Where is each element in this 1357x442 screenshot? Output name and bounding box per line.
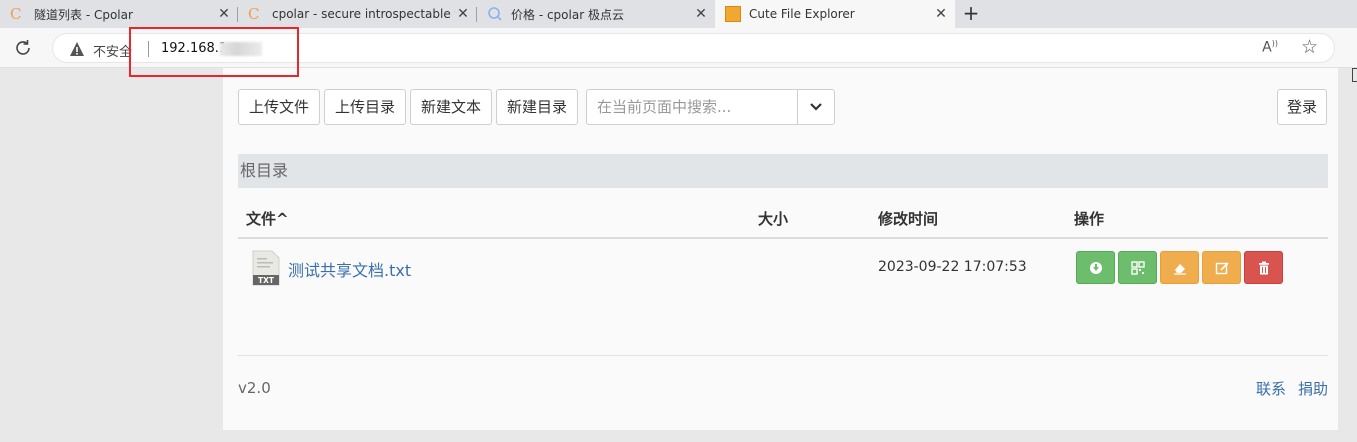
- action-toolbar: 上传文件 上传目录 新建文本 新建目录: [238, 89, 582, 125]
- tab-pricing[interactable]: 价格 - cpolar 极点云 ✕: [477, 0, 715, 28]
- footer-links: 联系 捐助: [1244, 378, 1328, 399]
- highlight-annotation: [129, 27, 299, 77]
- cpolar-c-icon: C: [10, 5, 22, 23]
- sidebar-toggle-icon[interactable]: [1352, 68, 1357, 82]
- new-directory-button[interactable]: 新建目录: [496, 89, 579, 125]
- read-aloud-icon[interactable]: A)): [1262, 39, 1278, 56]
- download-button[interactable]: [1076, 251, 1115, 284]
- reload-icon[interactable]: [12, 37, 34, 59]
- new-text-button[interactable]: 新建文本: [410, 89, 493, 125]
- rename-button[interactable]: [1160, 251, 1199, 284]
- column-actions: 操作: [1074, 210, 1105, 228]
- table-header: 文件^ 大小 修改时间 操作: [238, 203, 1328, 239]
- close-icon[interactable]: ✕: [933, 6, 949, 22]
- search-input[interactable]: [587, 90, 797, 124]
- cpolar-c-icon: C: [248, 5, 260, 23]
- file-type-label: TXT: [258, 276, 275, 285]
- tab-cpolar-home[interactable]: C cpolar - secure introspectable tu ✕: [238, 0, 477, 28]
- eraser-icon: [1173, 263, 1186, 275]
- column-name[interactable]: 文件^: [246, 208, 289, 229]
- close-icon[interactable]: ✕: [693, 6, 709, 22]
- file-explorer-page: 上传文件 上传目录 新建文本 新建目录 登录 根目录 文件^ 大小 修改时间 操…: [223, 68, 1338, 430]
- security-label[interactable]: 不安全: [93, 41, 132, 60]
- donate-link[interactable]: 捐助: [1298, 380, 1328, 398]
- column-modified[interactable]: 修改时间: [878, 208, 938, 229]
- breadcrumb[interactable]: 根目录: [238, 154, 1328, 188]
- login-button[interactable]: 登录: [1276, 89, 1327, 125]
- qrcode-icon: [1130, 260, 1145, 275]
- tab-title: 价格 - cpolar 极点云: [511, 7, 624, 22]
- contact-link[interactable]: 联系: [1256, 380, 1286, 398]
- tab-title: Cute File Explorer: [749, 7, 855, 21]
- txt-file-icon: TXT: [252, 250, 280, 286]
- tab-cpolar-tunnels[interactable]: C 隧道列表 - Cpolar ✕: [0, 0, 238, 28]
- upload-file-button[interactable]: 上传文件: [238, 89, 321, 125]
- close-icon[interactable]: ✕: [455, 6, 471, 22]
- close-icon[interactable]: ✕: [216, 6, 232, 22]
- favorite-star-icon[interactable]: ☆: [1301, 36, 1318, 58]
- search-box: [586, 89, 835, 125]
- footer-divider: [238, 355, 1328, 356]
- edit-icon: [1215, 261, 1229, 274]
- trash-icon: [1258, 261, 1269, 274]
- new-tab-button[interactable]: +: [960, 2, 982, 24]
- upload-directory-button[interactable]: 上传目录: [324, 89, 407, 125]
- table-row: TXT 测试共享文档.txt 2023-09-22 17:07:53: [238, 248, 1328, 290]
- tab-title: cpolar - secure introspectable tu: [272, 7, 455, 21]
- search-dropdown-button[interactable]: [797, 90, 834, 124]
- tab-strip: C 隧道列表 - Cpolar ✕ C cpolar - secure intr…: [0, 0, 1357, 28]
- edit-button[interactable]: [1202, 251, 1241, 284]
- cute-file-explorer-icon: [725, 6, 741, 22]
- qrcode-button[interactable]: [1118, 251, 1157, 284]
- delete-button[interactable]: [1244, 251, 1283, 284]
- row-actions: [1076, 251, 1286, 284]
- column-size[interactable]: 大小: [758, 208, 788, 229]
- tab-title: 隧道列表 - Cpolar: [34, 7, 133, 22]
- tab-cute-file-explorer[interactable]: Cute File Explorer ✕: [715, 0, 955, 28]
- version-label: v2.0: [238, 379, 271, 397]
- file-name-link[interactable]: 测试共享文档.txt: [288, 257, 411, 281]
- download-icon: [1089, 261, 1102, 274]
- warning-icon[interactable]: [69, 41, 85, 57]
- search-icon: [488, 7, 502, 21]
- file-modified: 2023-09-22 17:07:53: [878, 259, 1027, 275]
- chevron-down-icon: [810, 103, 822, 111]
